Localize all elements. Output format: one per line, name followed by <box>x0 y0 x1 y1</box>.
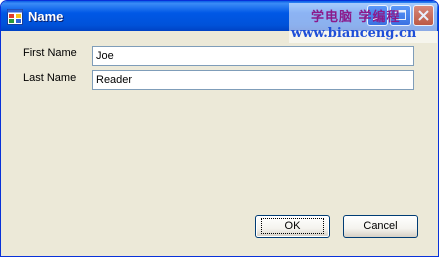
close-icon <box>418 10 429 21</box>
first-name-label: First Name <box>23 47 77 59</box>
cancel-button[interactable]: Cancel <box>343 215 418 238</box>
app-window-icon[interactable] <box>7 9 23 25</box>
dialog-window: Name 学电脑 学编程 www.bianceng.cn First Name … <box>0 0 439 257</box>
watermark-url: www.bianceng.cn <box>291 26 417 41</box>
ok-button-label: OK <box>260 218 325 234</box>
last-name-field[interactable] <box>92 70 414 90</box>
close-button[interactable] <box>413 5 434 26</box>
ok-button[interactable]: OK <box>255 215 330 238</box>
cancel-button-label: Cancel <box>363 220 398 232</box>
window-title: Name <box>28 9 64 24</box>
last-name-label: Last Name <box>23 72 77 84</box>
watermark-text-cn: 学电脑 学编程 <box>311 10 401 25</box>
first-name-field[interactable] <box>92 46 414 66</box>
